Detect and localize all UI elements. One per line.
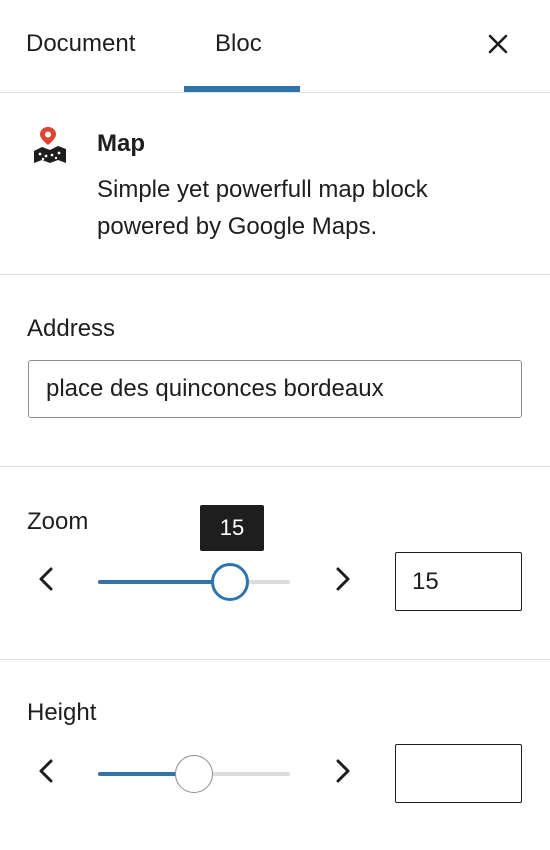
chevron-right-icon [336, 567, 350, 591]
height-slider-thumb[interactable] [175, 755, 213, 793]
chevron-left-icon [39, 759, 53, 783]
sidebar-tabs: Document Bloc [0, 0, 550, 93]
close-button[interactable] [482, 28, 514, 60]
close-icon [488, 34, 508, 54]
zoom-increase-button[interactable] [327, 564, 357, 594]
zoom-section: Zoom [0, 467, 550, 660]
block-description: Simple yet powerfull map block powered b… [97, 176, 428, 240]
tab-document[interactable]: Document [0, 0, 180, 92]
zoom-slider-thumb[interactable] [211, 563, 250, 601]
active-tab-indicator [184, 86, 300, 92]
height-slider[interactable] [98, 754, 290, 794]
height-section: Height [0, 660, 550, 850]
address-input[interactable] [28, 360, 522, 418]
height-increase-button[interactable] [327, 756, 357, 786]
tab-document-label: Document [26, 30, 136, 57]
tab-bloc[interactable]: Bloc [184, 0, 300, 92]
tab-bloc-label: Bloc [215, 30, 262, 57]
chevron-right-icon [336, 759, 350, 783]
block-title: Map [97, 130, 145, 157]
zoom-value-tooltip: 15 [200, 505, 264, 551]
chevron-left-icon [39, 567, 53, 591]
map-marker-icon [32, 125, 68, 165]
block-card: Map Simple yet powerfull map block power… [0, 93, 550, 275]
zoom-number-input[interactable] [395, 552, 522, 611]
zoom-decrease-button[interactable] [32, 564, 62, 594]
zoom-label: Zoom [27, 508, 89, 535]
height-number-input[interactable] [395, 744, 522, 803]
address-section: Address [0, 275, 550, 467]
height-decrease-button[interactable] [32, 756, 62, 786]
zoom-slider[interactable] [98, 562, 290, 602]
height-label: Height [27, 699, 97, 726]
address-label: Address [27, 315, 116, 342]
